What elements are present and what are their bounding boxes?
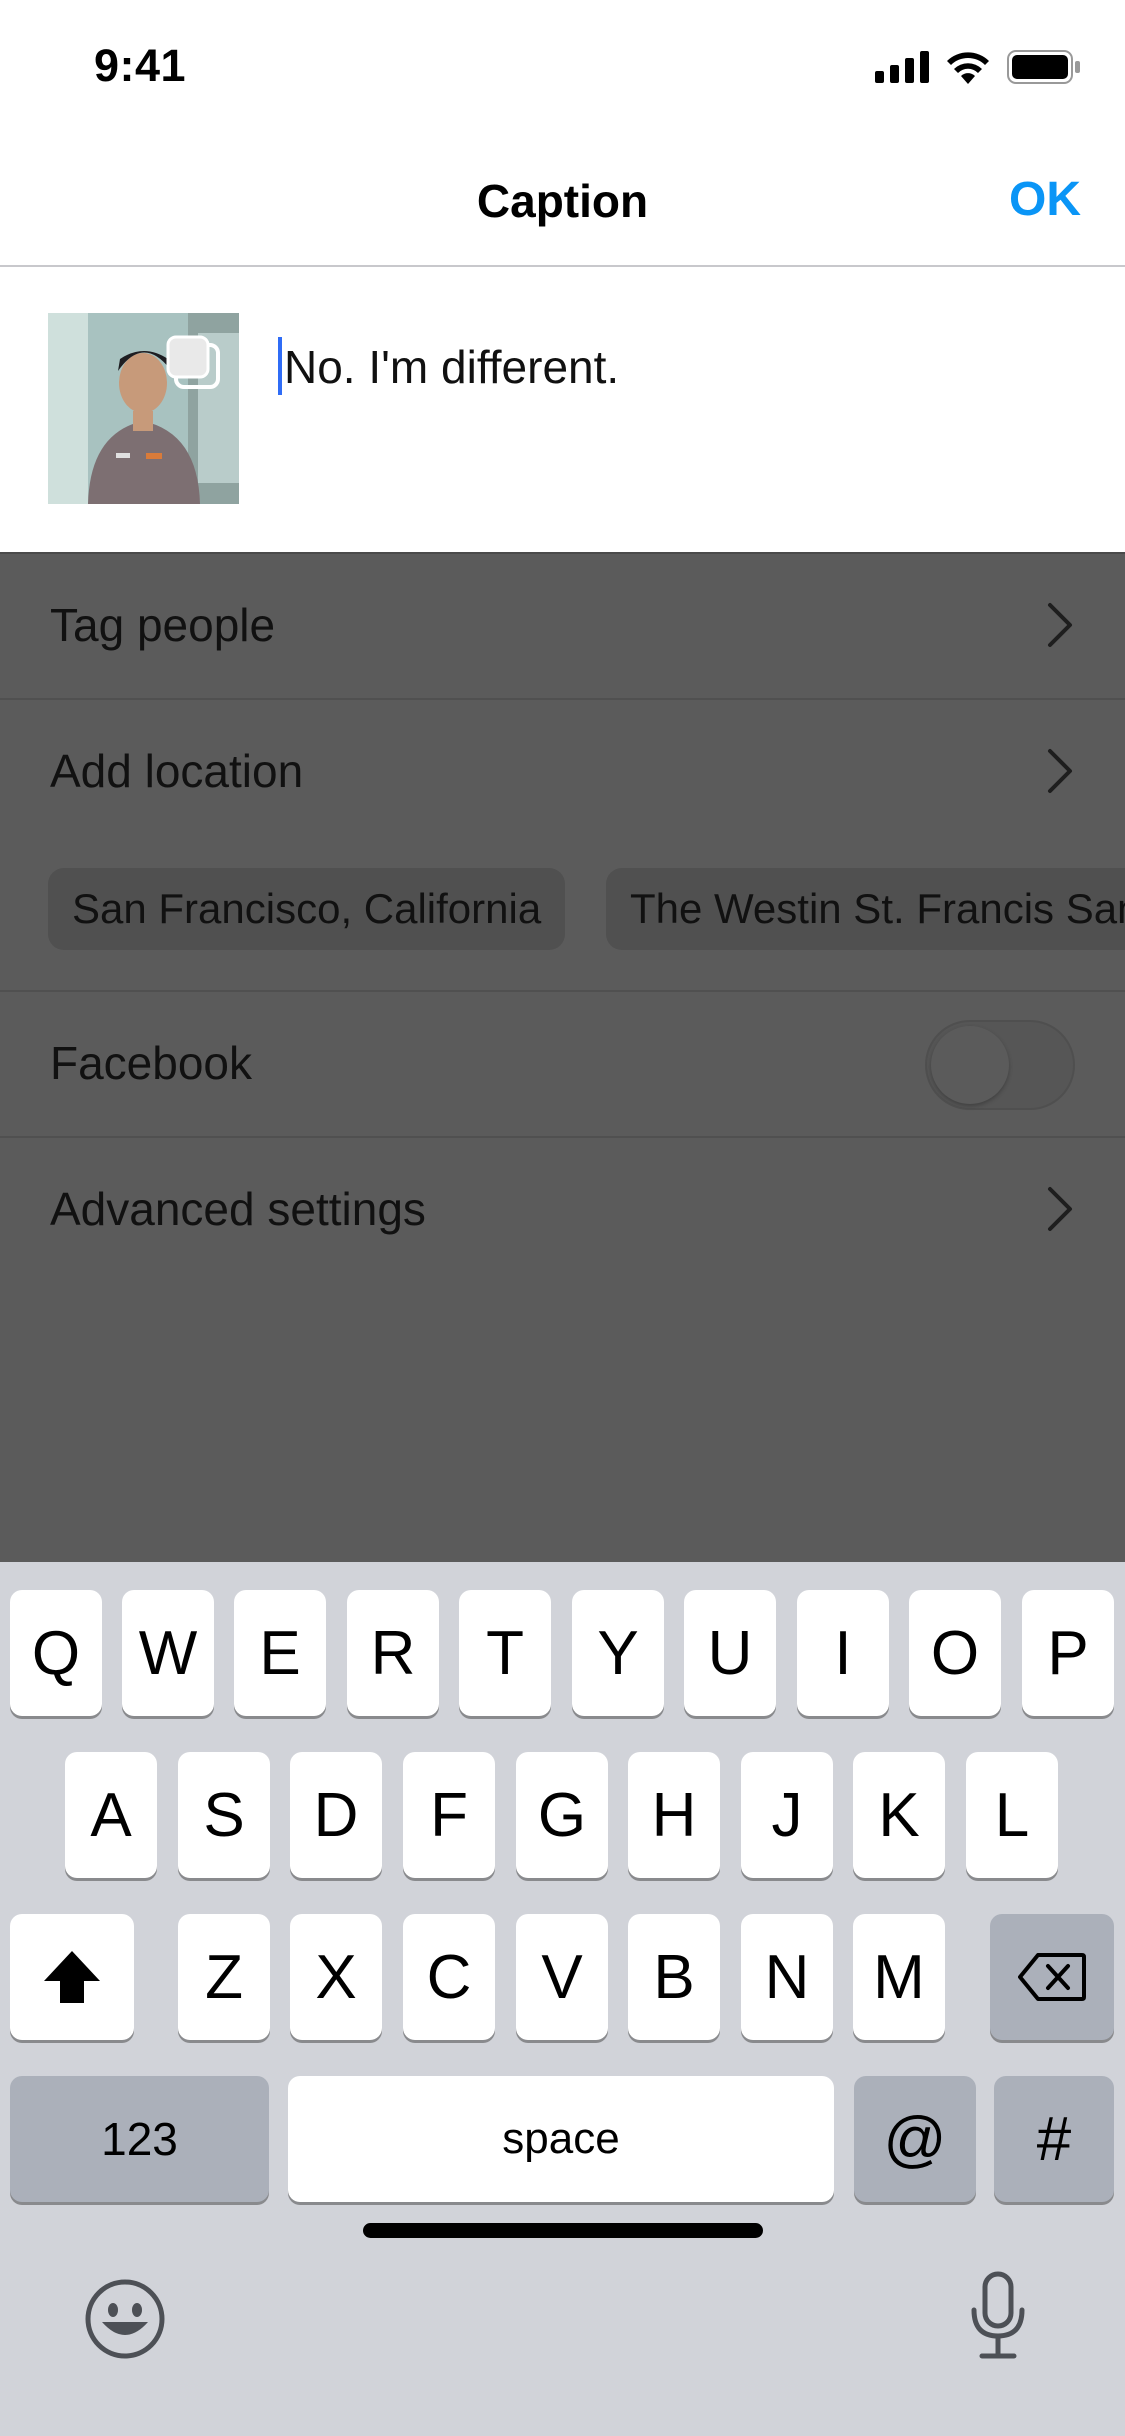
caption-text: No. I'm different. (284, 341, 620, 393)
toggle-knob (931, 1026, 1009, 1104)
key-s[interactable]: S (178, 1752, 270, 1878)
key-v[interactable]: V (516, 1914, 608, 2040)
facebook-label: Facebook (50, 1037, 253, 1089)
hash-key[interactable]: # (994, 2076, 1114, 2202)
shift-key[interactable] (10, 1914, 134, 2040)
key-w[interactable]: W (122, 1590, 214, 1716)
key-m[interactable]: M (853, 1914, 945, 2040)
key-r[interactable]: R (347, 1590, 439, 1716)
chevron-right-icon (1048, 749, 1072, 793)
caption-input[interactable]: No. I'm different. (278, 337, 619, 395)
location-suggestions: San Francisco, California The Westin St.… (0, 844, 1125, 992)
key-b[interactable]: B (628, 1914, 720, 2040)
key-f[interactable]: F (403, 1752, 495, 1878)
ok-button[interactable]: OK (1009, 172, 1081, 227)
backspace-key[interactable] (990, 1914, 1114, 2040)
nav-bar: Caption OK (0, 140, 1125, 267)
key-h[interactable]: H (628, 1752, 720, 1878)
key-q[interactable]: Q (10, 1590, 102, 1716)
key-n[interactable]: N (741, 1914, 833, 2040)
key-u[interactable]: U (684, 1590, 776, 1716)
page-title: Caption (476, 175, 649, 227)
key-k[interactable]: K (853, 1752, 945, 1878)
shift-icon (44, 1951, 100, 2003)
add-location-label: Add location (50, 745, 304, 797)
backspace-icon (1018, 1953, 1086, 2001)
key-e[interactable]: E (234, 1590, 326, 1716)
key-o[interactable]: O (909, 1590, 1001, 1716)
key-a[interactable]: A (65, 1752, 157, 1878)
space-key[interactable]: space (288, 2076, 834, 2202)
multi-photo-icon (166, 335, 220, 389)
add-location-row[interactable]: Add location (0, 700, 1125, 844)
microphone-icon[interactable] (968, 2270, 1028, 2362)
key-z[interactable]: Z (178, 1914, 270, 2040)
facebook-toggle[interactable] (925, 1020, 1075, 1110)
key-p[interactable]: P (1022, 1590, 1114, 1716)
key-l[interactable]: L (966, 1752, 1058, 1878)
tag-people-row[interactable]: Tag people (0, 554, 1125, 700)
dimmed-options-overlay: Tag people Add location San Francisco, C… (0, 552, 1125, 1564)
key-j[interactable]: J (741, 1752, 833, 1878)
keyboard: Q W E R T Y U I O P A S D F G H J K L Z … (0, 1562, 1125, 2436)
wifi-icon (947, 52, 989, 84)
location-chip[interactable]: San Francisco, California (48, 868, 566, 950)
status-bar: 9:41 (0, 0, 1125, 140)
post-thumbnail (48, 313, 239, 504)
key-g[interactable]: G (516, 1752, 608, 1878)
advanced-settings-label: Advanced settings (50, 1183, 426, 1235)
key-d[interactable]: D (290, 1752, 382, 1878)
key-i[interactable]: I (797, 1590, 889, 1716)
text-cursor (278, 337, 282, 395)
caption-editor: No. I'm different. (0, 267, 1125, 552)
location-chip[interactable]: The Westin St. Francis San Francisco (606, 868, 1125, 950)
key-c[interactable]: C (403, 1914, 495, 2040)
advanced-settings-row[interactable]: Advanced settings (0, 1138, 1125, 1282)
tag-people-label: Tag people (50, 599, 276, 651)
signal-icon (875, 51, 929, 83)
status-time: 9:41 (94, 40, 187, 91)
status-icons (875, 50, 1081, 84)
chevron-right-icon (1048, 603, 1072, 647)
numbers-key[interactable]: 123 (10, 2076, 269, 2202)
chevron-right-icon (1048, 1187, 1072, 1231)
facebook-row: Facebook (0, 992, 1125, 1138)
at-key[interactable]: @ (854, 2076, 976, 2202)
key-y[interactable]: Y (572, 1590, 664, 1716)
emoji-icon[interactable] (84, 2278, 166, 2360)
home-indicator (363, 2223, 763, 2238)
battery-icon (1007, 50, 1080, 84)
key-t[interactable]: T (459, 1590, 551, 1716)
key-x[interactable]: X (290, 1914, 382, 2040)
